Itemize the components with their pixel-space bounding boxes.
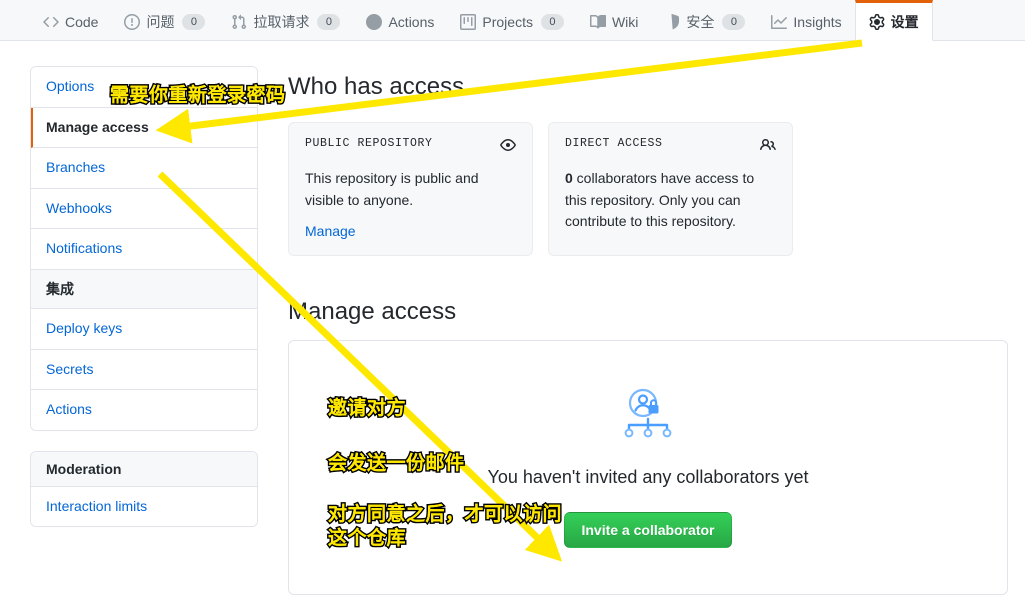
gear-icon <box>869 13 885 30</box>
settings-menu-primary: Options Manage access Branches Webhooks … <box>30 66 258 431</box>
people-icon <box>760 137 776 156</box>
tab-projects-label: Projects <box>482 14 533 30</box>
access-summary-cards: PUBLIC REPOSITORY This repository is pub… <box>288 122 793 257</box>
direct-access-card-header: DIRECT ACCESS <box>565 137 776 156</box>
tab-wiki[interactable]: Wiki <box>577 0 651 41</box>
sidebar-item-actions[interactable]: Actions <box>31 390 257 430</box>
manage-visibility-link[interactable]: Manage <box>305 223 356 239</box>
tab-projects-counter: 0 <box>540 14 564 30</box>
collaborators-panel: You haven't invited any collaborators ye… <box>288 340 1008 595</box>
shield-icon <box>664 14 680 30</box>
public-repository-card-body: This repository is public and visible to… <box>305 170 479 208</box>
tab-settings-label: 设置 <box>890 13 919 30</box>
tab-actions-label: Actions <box>388 14 435 30</box>
sidebar-heading-integrations: 集成 <box>31 269 257 309</box>
sidebar-item-secrets[interactable]: Secrets <box>31 349 257 391</box>
sidebar-item-branches[interactable]: Branches <box>31 148 257 189</box>
tab-security[interactable]: 安全 0 <box>651 0 758 41</box>
tab-pull-requests-counter: 0 <box>317 14 341 30</box>
code-icon <box>43 14 59 30</box>
sidebar-item-notifications[interactable]: Notifications <box>31 229 257 270</box>
graph-icon <box>771 14 788 30</box>
project-icon <box>460 14 477 30</box>
book-icon <box>589 14 606 30</box>
direct-access-card-body: 0 collaborators have access to this repo… <box>565 168 776 233</box>
direct-access-card: DIRECT ACCESS 0 collaborators have acces… <box>548 122 793 257</box>
tab-actions[interactable]: Actions <box>353 0 447 41</box>
repo-tab-list: Code 问题 0 拉取请求 0 Actions Projects 0 Wiki… <box>30 0 933 41</box>
eye-icon <box>500 137 516 156</box>
sidebar-item-webhooks[interactable]: Webhooks <box>31 188 257 230</box>
repo-nav-bar: Code 问题 0 拉取请求 0 Actions Projects 0 Wiki… <box>0 0 1025 41</box>
public-repository-card: PUBLIC REPOSITORY This repository is pub… <box>288 122 533 257</box>
sidebar-item-deploy-keys[interactable]: Deploy keys <box>31 308 257 350</box>
tab-issues-label: 问题 <box>146 14 175 30</box>
tab-settings[interactable]: 设置 <box>854 0 933 41</box>
sidebar-item-options[interactable]: Options <box>31 67 257 108</box>
person-lock-org-icon <box>289 383 1007 445</box>
tab-wiki-label: Wiki <box>611 14 639 30</box>
direct-access-card-text: collaborators have access to this reposi… <box>565 170 755 230</box>
collaborators-blankslate: You haven't invited any collaborators ye… <box>289 341 1007 548</box>
tab-security-label: 安全 <box>686 14 715 30</box>
tab-pull-requests[interactable]: 拉取请求 0 <box>218 0 353 41</box>
pull-request-icon <box>231 14 247 30</box>
direct-access-card-label: DIRECT ACCESS <box>565 137 663 150</box>
tab-insights-label: Insights <box>793 14 842 30</box>
public-repository-card-header: PUBLIC REPOSITORY <box>305 137 516 156</box>
tab-security-counter: 0 <box>722 14 746 30</box>
blankslate-title: You haven't invited any collaborators ye… <box>487 467 809 487</box>
manage-access-title: Manage access <box>288 298 457 325</box>
arrow-to-manage-access <box>155 39 863 144</box>
sidebar-item-interaction-limits[interactable]: Interaction limits <box>31 486 257 527</box>
who-has-access-title: Who has access <box>288 73 465 100</box>
play-icon <box>366 14 383 30</box>
collaborator-count: 0 <box>565 170 573 186</box>
tab-insights[interactable]: Insights <box>758 0 854 41</box>
tab-pull-requests-label: 拉取请求 <box>253 14 310 30</box>
public-repository-card-label: PUBLIC REPOSITORY <box>305 137 433 150</box>
tab-projects[interactable]: Projects 0 <box>447 0 577 41</box>
tab-code-label: Code <box>65 14 99 30</box>
invite-collaborator-button[interactable]: Invite a collaborator <box>564 512 732 548</box>
sidebar-item-manage-access[interactable]: Manage access <box>31 107 257 149</box>
settings-menu-moderation: Moderation Interaction limits <box>30 450 258 528</box>
sidebar-heading-moderation: Moderation <box>31 451 257 487</box>
settings-sidebar: Options Manage access Branches Webhooks … <box>30 66 258 547</box>
tab-code[interactable]: Code <box>30 0 111 41</box>
tab-issues-counter: 0 <box>182 14 206 30</box>
tab-issues[interactable]: 问题 0 <box>111 0 218 41</box>
issue-icon <box>124 14 141 30</box>
